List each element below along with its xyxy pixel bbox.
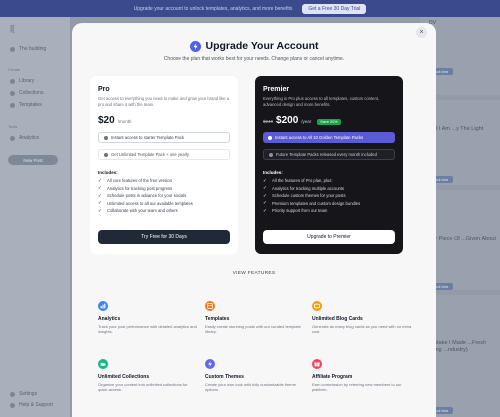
- feature-name: Analytics: [98, 316, 121, 322]
- check-icon: ✓: [263, 200, 267, 206]
- check-circle-icon: [269, 152, 273, 157]
- list-item: ✓ All the features of Pro plan, plus:: [263, 177, 333, 184]
- plan-feature-highlight: Future Template Packs released every mon…: [263, 149, 395, 160]
- feature-templates: Templates Easily create stunning posts w…: [205, 301, 305, 334]
- upgrade-premier-button[interactable]: Upgrade to Premier: [263, 230, 395, 244]
- includes-label: Includes:: [263, 170, 283, 175]
- check-circle-icon: [268, 135, 272, 140]
- price-row: $240 $200 /year Save 20%: [263, 115, 395, 126]
- plan-price: $200: [276, 115, 299, 126]
- idea-card-title-1: ...DV: [424, 20, 498, 27]
- folder-icon: [98, 359, 108, 369]
- palette-icon: [205, 359, 215, 369]
- includes-list: ✓ All the features of Pro plan, plus: ✓ An…: [263, 177, 395, 215]
- feature-name: Templates: [205, 316, 230, 322]
- chart-icon: [98, 301, 108, 311]
- plan-description: Get access to everything you need to mak…: [98, 96, 230, 107]
- list-item: ✓ Priority support from our team: [263, 207, 328, 214]
- list-item: ✓ Schedule custom themes for your posts: [263, 192, 346, 199]
- list-item: ✓ Analytics for tracking multiple account…: [263, 185, 345, 191]
- card-icon: [312, 301, 322, 311]
- sidebar-item-analytics[interactable]: Analytics: [10, 135, 39, 141]
- upgrade-banner: Upgrade your account to unlock templates…: [0, 0, 500, 17]
- sidebar: |[ The building Create Library Collectio…: [0, 17, 70, 417]
- feature-description: Easily create stunning posts with our cu…: [205, 324, 301, 334]
- price-row: $20 /month: [98, 115, 230, 126]
- save-badge: Save 20%: [317, 119, 341, 125]
- check-icon: ✓: [263, 207, 267, 213]
- plan-feature-highlight: Get Unlimited Template Pack + one yearly: [98, 149, 230, 160]
- plan-price: $20: [98, 115, 115, 126]
- section-create: Create: [8, 67, 21, 72]
- check-icon: ✓: [98, 207, 102, 213]
- modal-header: Upgrade Your Account: [72, 40, 436, 52]
- modal-subtitle: Choose the plan that works best for your…: [163, 56, 345, 62]
- list-item: ✓ Unlimited access to all our available t…: [98, 200, 193, 206]
- check-icon: ✓: [98, 177, 102, 183]
- feature-affiliate-program: Affiliate Program Earn commission by ref…: [312, 359, 412, 392]
- feature-unlimited-collections: Unlimited Collections Organize your cont…: [98, 359, 198, 392]
- sidebar-item-library[interactable]: Library: [10, 78, 34, 84]
- check-circle-icon: [104, 135, 108, 140]
- sidebar-item-templates[interactable]: Templates: [10, 102, 42, 108]
- plan-name: Pro: [98, 86, 110, 93]
- plan-period: /month: [117, 119, 132, 124]
- new-post-button[interactable]: New Post: [8, 155, 58, 165]
- plan-old-price: $240: [263, 119, 274, 124]
- check-icon: ✓: [263, 192, 267, 198]
- check-icon: ✓: [98, 192, 102, 198]
- feature-description: Earn commission by referring new members…: [312, 382, 402, 392]
- feature-name: Affiliate Program: [312, 374, 353, 380]
- close-button[interactable]: ×: [416, 27, 427, 38]
- sidebar-item-settings[interactable]: Settings: [10, 391, 37, 397]
- check-icon: ✓: [263, 185, 267, 191]
- includes-label: Includes:: [98, 170, 118, 175]
- feature-analytics: Analytics Track your post performance wi…: [98, 301, 198, 334]
- list-item: ✓ Collaborate with your team and others: [98, 207, 178, 214]
- feature-unlimited-blog-cards: Unlimited Blog Cards Generate as many bl…: [312, 301, 412, 334]
- feature-custom-themes: Custom Themes Create your own look with …: [205, 359, 305, 392]
- list-item: ✓ Premium templates and custom design bun…: [263, 200, 361, 206]
- plan-description: Everything in Pro plus access to all tem…: [263, 96, 380, 107]
- view-features-link[interactable]: VIEW FEATURES: [72, 271, 436, 276]
- feature-description: Generate as many blog cards as you need …: [312, 324, 412, 334]
- app-logo: |[: [10, 24, 15, 33]
- feature-name: Unlimited Collections: [98, 374, 150, 380]
- feature-description: Organize your content into unlimited col…: [98, 382, 188, 392]
- modal-title: Upgrade Your Account: [205, 40, 319, 52]
- feature-description: Create your own look with fully customiz…: [205, 382, 296, 392]
- lightning-icon: [189, 40, 201, 52]
- check-circle-icon: [104, 152, 108, 157]
- feature-description: Track your post performance with detaile…: [98, 324, 197, 334]
- gift-icon: [312, 359, 322, 369]
- check-icon: ✓: [98, 200, 102, 206]
- section-tools: Tools: [8, 124, 18, 129]
- sidebar-item-help[interactable]: Help & Support: [10, 402, 53, 408]
- plan-card-premier: Premier Everything in Pro plus access to…: [255, 76, 403, 254]
- plan-feature-highlight: Instant access to starter Template Pack: [98, 132, 230, 143]
- banner-text: Upgrade your account to unlock templates…: [133, 5, 293, 12]
- free-trial-button[interactable]: Get a Free 30 Day Trial: [302, 3, 367, 14]
- check-icon: ✓: [98, 185, 102, 191]
- list-item: ✓ Schedule posts in advance for your soci…: [98, 192, 187, 199]
- includes-list: ✓ All core features of the free version ✓…: [98, 177, 230, 215]
- plan-period: /year: [301, 119, 312, 124]
- try-free-button[interactable]: Try Free for 30 Days: [98, 230, 230, 244]
- sidebar-item-collections[interactable]: Collections: [10, 90, 43, 96]
- workspace-switcher[interactable]: The building: [10, 46, 46, 52]
- template-icon: [205, 301, 215, 311]
- plan-card-pro: Pro Get access to everything you need to…: [90, 76, 238, 254]
- upgrade-modal: × Upgrade Your Account Choose the plan t…: [72, 23, 436, 417]
- feature-name: Unlimited Blog Cards: [312, 316, 363, 322]
- check-icon: ✓: [263, 177, 267, 183]
- list-item: ✓ Analytics for tracking post progress: [98, 185, 173, 191]
- list-item: ✓ All core features of the free version: [98, 177, 172, 184]
- plan-feature-highlight: Instant access to All 10 Golden Template…: [263, 132, 395, 143]
- feature-name: Custom Themes: [205, 374, 244, 380]
- plan-name: Premier: [263, 86, 290, 93]
